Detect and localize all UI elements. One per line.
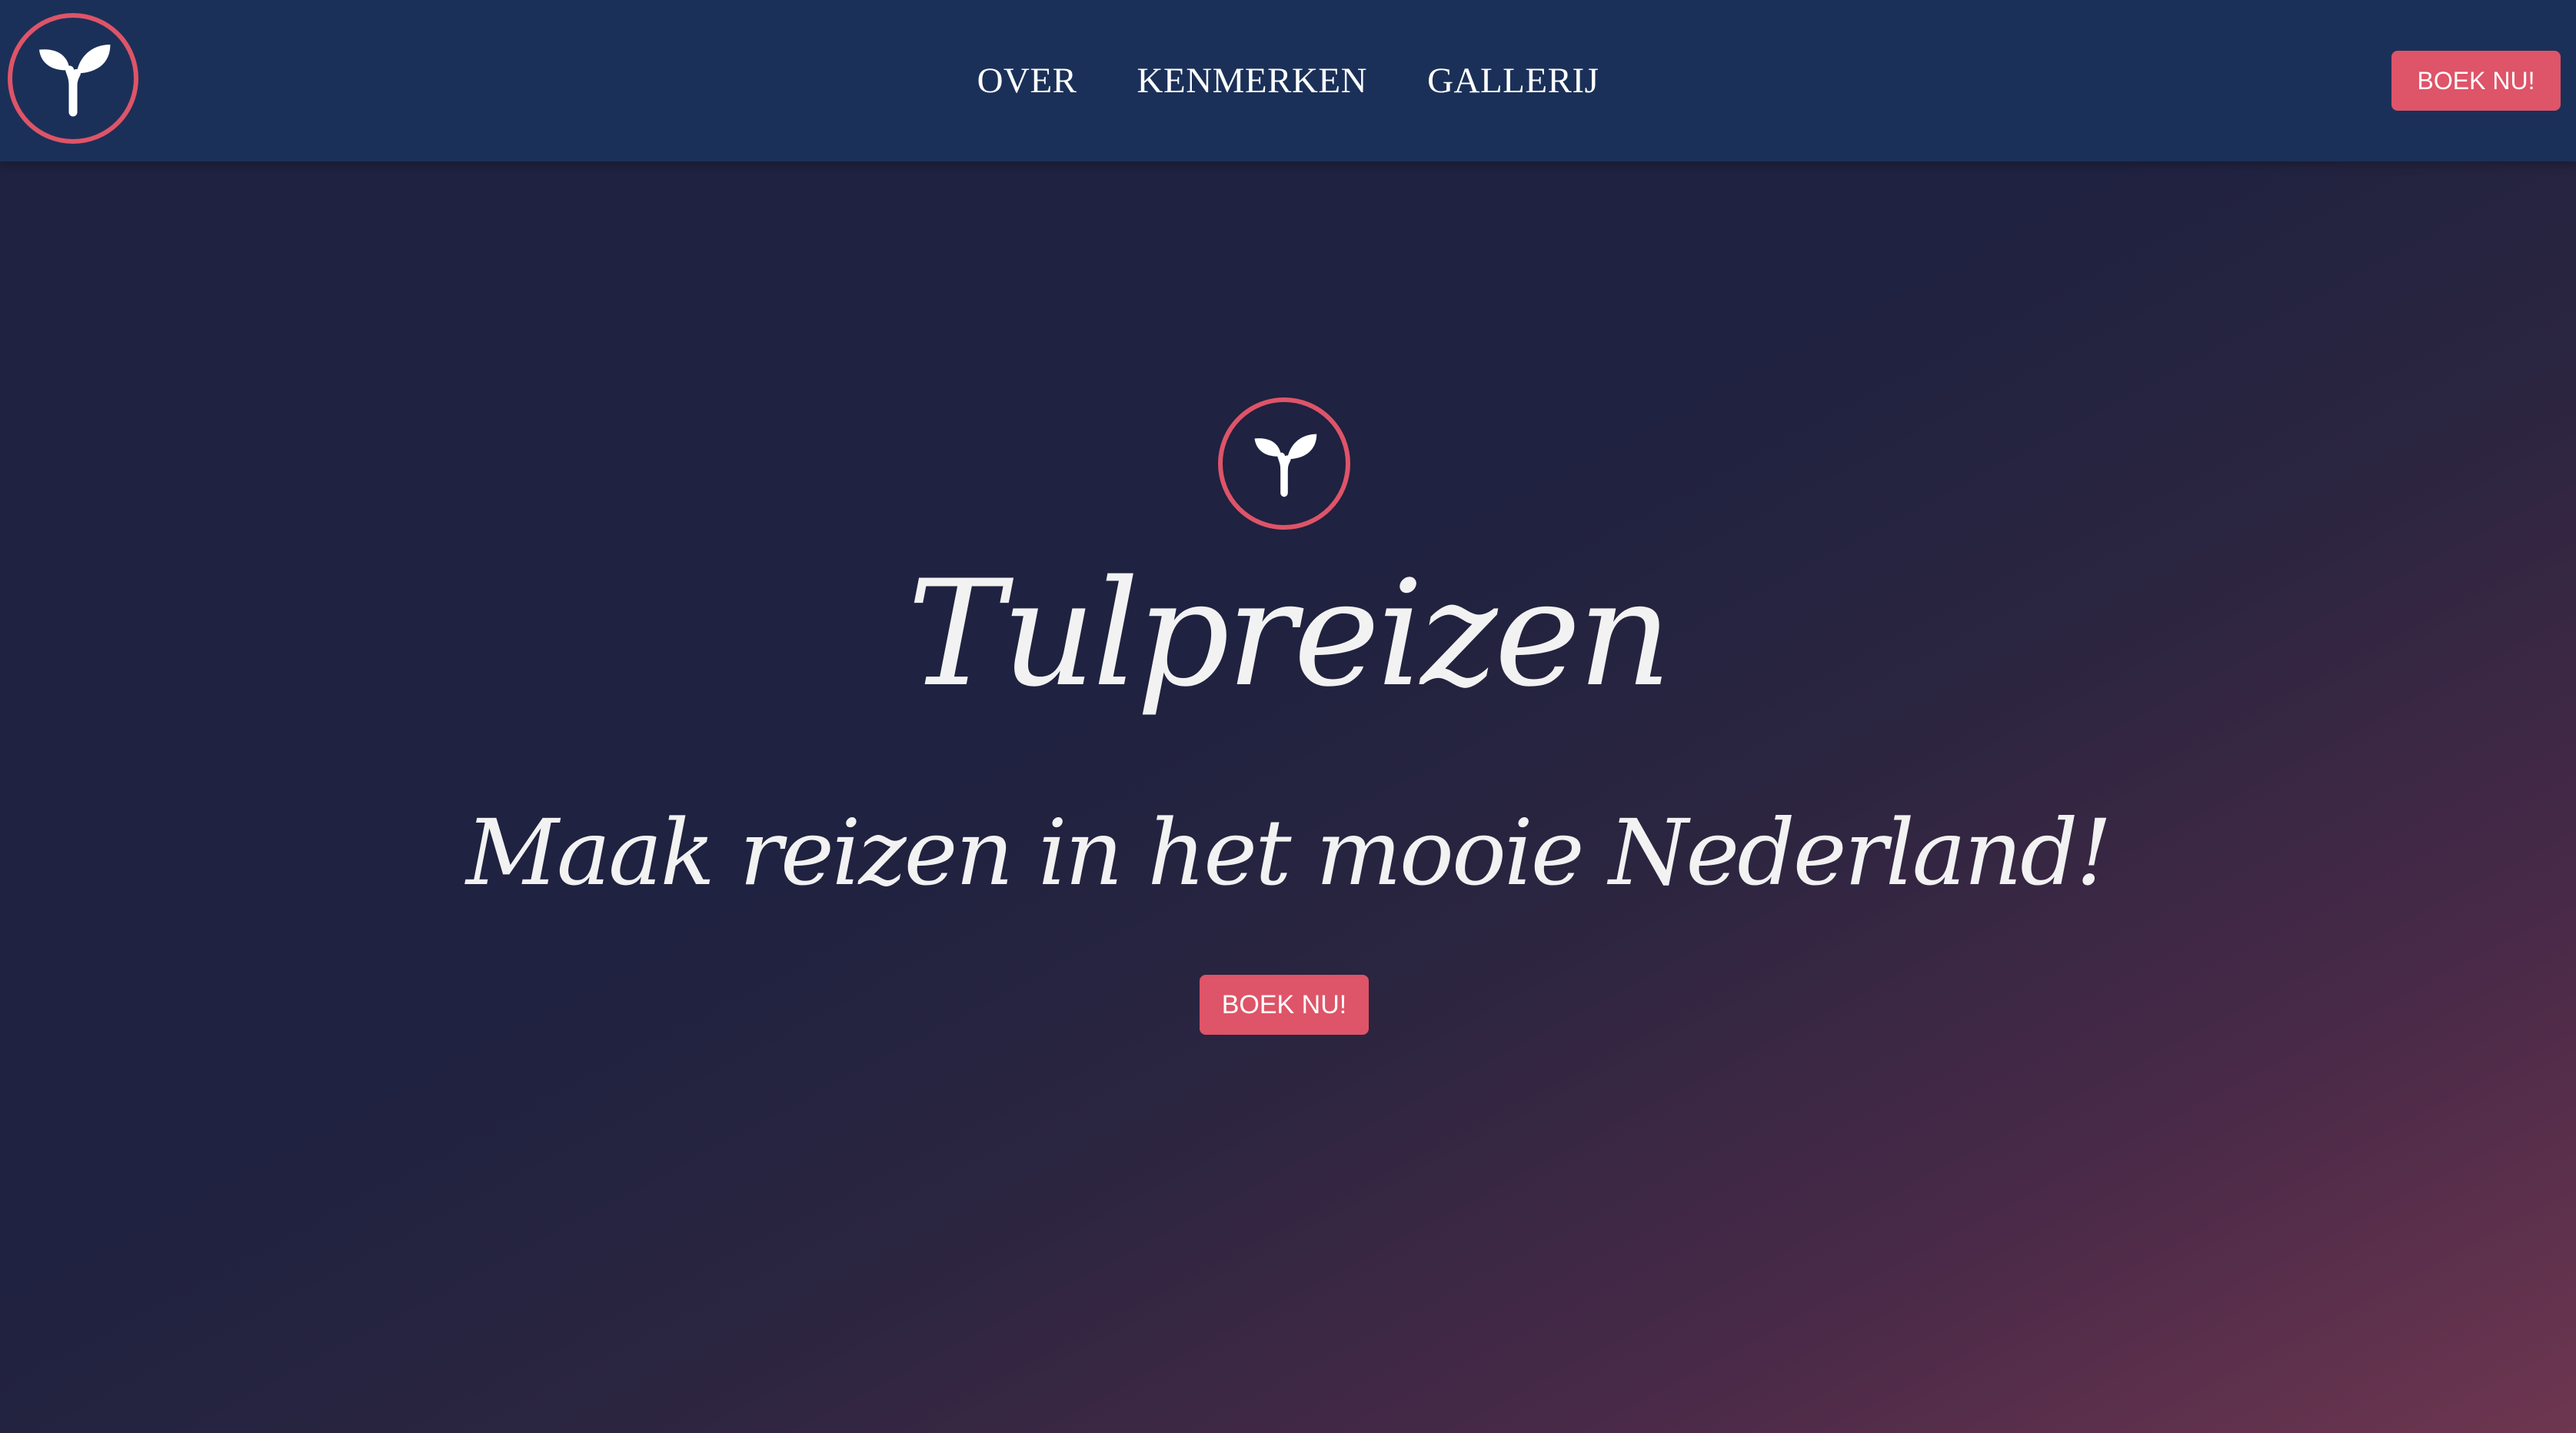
nav-link-kenmerken[interactable]: KENMERKEN [1137,60,1368,101]
sprout-icon [1254,434,1317,497]
hero-logo [1218,397,1350,530]
hero-tagline: Maak reizen in het mooie Nederland! [466,800,2112,906]
nav-book-button[interactable]: BOEK NU! [2391,51,2561,111]
hero-book-button[interactable]: BOEK NU! [1200,975,1369,1035]
navbar: OVER KENMERKEN GALLERIJ BOEK NU! [0,0,2576,161]
nav-link-over[interactable]: OVER [977,60,1077,101]
hero-title: Tulpreizen [907,549,1672,719]
main-nav: OVER KENMERKEN GALLERIJ [0,0,2576,161]
hero-section: Tulpreizen Maak reizen in het mooie Nede… [0,161,2576,1433]
nav-link-gallerij[interactable]: GALLERIJ [1427,60,1599,101]
